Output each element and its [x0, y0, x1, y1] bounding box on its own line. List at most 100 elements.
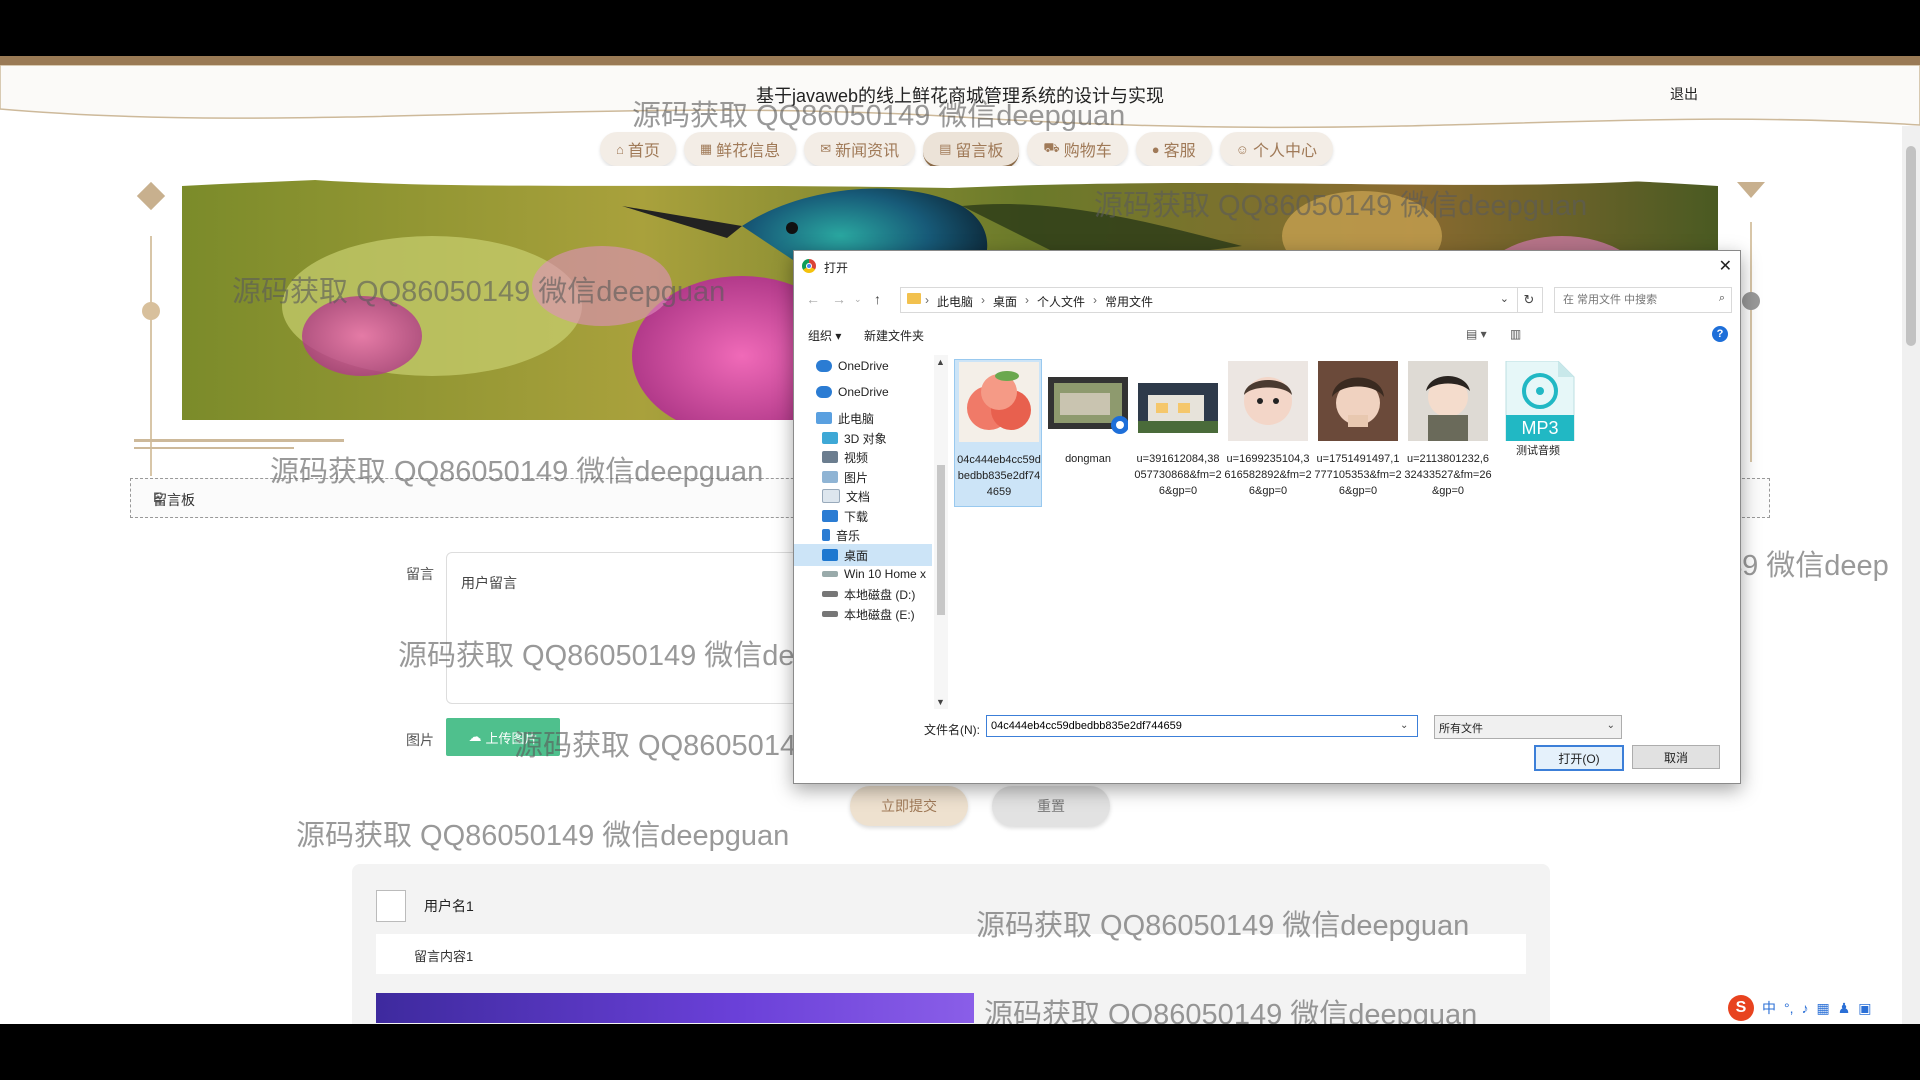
search-input[interactable] — [1561, 291, 1705, 309]
filename-dropdown-icon[interactable]: ⌄ — [1400, 720, 1408, 731]
sidebar-item-drive-d[interactable]: 本地磁盘 (D:) — [794, 583, 932, 605]
submit-button[interactable]: 立即提交 — [850, 786, 968, 826]
nav-label: 客服 — [1163, 143, 1196, 160]
nav-home[interactable]: ⌂ 首页 — [600, 132, 676, 166]
message-image — [376, 993, 974, 1023]
right-triangle-ornament — [1737, 182, 1765, 198]
navigation-scrollbar[interactable]: ▲ ▼ — [934, 355, 948, 709]
view-options-icon[interactable]: ▤ ▾ — [1466, 327, 1487, 341]
file-item[interactable]: dongman — [1044, 359, 1132, 507]
close-icon[interactable]: ✕ — [1719, 256, 1732, 276]
refresh-icon[interactable]: ↻ — [1516, 287, 1543, 313]
sidebar-label: Win 10 Home x — [844, 567, 927, 581]
image-label: 图片 — [406, 732, 434, 748]
up-arrow-icon[interactable]: ↑ — [874, 291, 881, 307]
file-name: u=1699235104,3616582892&fm=26&gp=0 — [1224, 453, 1312, 497]
mp3-badge: MP3 — [1521, 418, 1558, 438]
keyboard-icon[interactable]: ▦ — [1817, 1000, 1830, 1017]
command-bar: 组织 ▾ 新建文件夹 ▤ ▾ ▥ ? — [794, 323, 1740, 347]
message-label: 留言 — [406, 566, 434, 582]
sidebar-item-onedrive[interactable]: OneDrive — [794, 381, 932, 403]
drive-icon — [822, 591, 838, 597]
sogou-icon[interactable]: S — [1728, 995, 1754, 1021]
sidebar-label: 音乐 — [836, 528, 861, 543]
sidebar-label: 此电脑 — [838, 411, 875, 426]
computer-icon — [816, 412, 832, 424]
shirt-icon[interactable]: ♟ — [1838, 1000, 1851, 1017]
nav-guestbook[interactable]: ▤ 留言板 — [923, 132, 1020, 169]
preview-pane-icon[interactable]: ▥ — [1510, 327, 1521, 341]
file-item[interactable]: u=1751491497,1777105353&fm=26&gp=0 — [1314, 359, 1402, 507]
recent-dropdown-icon[interactable]: ⌄ — [854, 294, 862, 305]
ime-mode[interactable]: 中 — [1762, 998, 1776, 1018]
video-icon — [822, 451, 838, 463]
back-arrow-icon[interactable]: ← — [806, 291, 820, 307]
file-item[interactable]: MP3 测试音频 — [1494, 359, 1582, 507]
scroll-thumb[interactable] — [937, 465, 945, 615]
sidebar-item-this-pc[interactable]: 此电脑 — [794, 407, 932, 429]
house-thumbnail — [1138, 383, 1218, 433]
breadcrumb-item[interactable]: 桌面 — [993, 293, 1017, 310]
microphone-icon[interactable]: ♪ — [1802, 1000, 1809, 1016]
breadcrumb-item[interactable]: 个人文件 — [1037, 293, 1085, 310]
nav-label: 首页 — [627, 143, 660, 160]
filename-label: 文件名(N): — [924, 723, 980, 737]
sidebar-label: OneDrive — [838, 385, 889, 399]
file-name: u=391612084,38057730868&fm=26&gp=0 — [1134, 453, 1222, 497]
search-field[interactable]: ⌕ — [1554, 287, 1732, 313]
sidebar-item-videos[interactable]: 视频 — [794, 446, 932, 468]
breadcrumb-item[interactable]: 此电脑 — [937, 293, 973, 310]
chrome-icon — [802, 259, 816, 273]
nav-profile[interactable]: ☺ 个人中心 — [1219, 132, 1333, 166]
sidebar-item-music[interactable]: 音乐 — [794, 524, 932, 546]
clipboard-icon: ▤ — [939, 141, 952, 156]
crumb-separator: › — [925, 293, 929, 307]
sidebar-item-documents[interactable]: 文档 — [794, 485, 932, 507]
main-nav: ⌂ 首页 ▦ 鲜花信息 ✉ 新闻资讯 ▤ 留言板 ⛟ 购物车 ● 客服 ☺ 个人中心 — [600, 132, 1333, 169]
logout-link[interactable]: 退出 — [1670, 84, 1698, 104]
scroll-down-icon[interactable]: ▼ — [936, 697, 945, 707]
organize-menu[interactable]: 组织 ▾ — [808, 327, 841, 344]
nav-flowers[interactable]: ▦ 鲜花信息 — [683, 132, 797, 166]
reset-button[interactable]: 重置 — [992, 786, 1110, 826]
punctuation-icon[interactable]: °, — [1784, 1000, 1794, 1016]
search-icon: ⌕ — [1718, 292, 1725, 304]
nav-news[interactable]: ✉ 新闻资讯 — [804, 132, 916, 166]
new-folder-button[interactable]: 新建文件夹 — [864, 327, 924, 344]
nav-service[interactable]: ● 客服 — [1135, 132, 1212, 166]
dialog-titlebar[interactable]: 打开 ✕ — [794, 251, 1740, 281]
watermark: 源码获取 QQ86050149 微信deepguan — [296, 820, 790, 852]
file-name: dongman — [1065, 453, 1111, 465]
file-item[interactable]: u=391612084,38057730868&fm=26&gp=0 — [1134, 359, 1222, 507]
help-icon[interactable]: ? — [1712, 326, 1728, 342]
peach-thumbnail — [959, 362, 1039, 442]
file-item[interactable]: u=1699235104,3616582892&fm=26&gp=0 — [1224, 359, 1312, 507]
file-type-select[interactable]: 所有文件 ⌄ — [1434, 715, 1622, 739]
cloud-icon — [816, 360, 832, 372]
file-name: 测试音频 — [1516, 445, 1560, 457]
nav-label: 购物车 — [1063, 143, 1112, 160]
address-bar[interactable]: › 此电脑 › 桌面 › 个人文件 › 常用文件 ⌄ — [900, 287, 1518, 313]
cancel-button[interactable]: 取消 — [1632, 745, 1720, 769]
right-dot-ornament — [1742, 292, 1760, 310]
sidebar-item-drive-c[interactable]: Win 10 Home x — [794, 563, 932, 585]
apps-icon[interactable]: ▣ — [1858, 1000, 1871, 1017]
scroll-up-icon[interactable]: ▲ — [936, 357, 945, 367]
user-icon: ☺ — [1235, 141, 1249, 157]
message-card: 用户名1 留言内容1 — [352, 864, 1550, 1024]
open-button[interactable]: 打开(O) — [1534, 745, 1624, 771]
picture-icon — [822, 471, 838, 483]
breadcrumb-item[interactable]: 常用文件 — [1105, 293, 1153, 310]
chevron-down-icon[interactable]: ⌄ — [1500, 292, 1509, 305]
sidebar-label: 文档 — [846, 489, 871, 504]
scrollbar-thumb[interactable] — [1906, 146, 1916, 346]
upload-image-button[interactable]: ☁ 上传图片 — [446, 718, 560, 756]
nav-cart[interactable]: ⛟ 购物车 — [1027, 132, 1128, 166]
page-scrollbar[interactable] — [1902, 126, 1920, 1024]
file-item[interactable]: 04c444eb4cc59dbedbb835e2df744659 — [954, 359, 1042, 507]
sidebar-item-drive-e[interactable]: 本地磁盘 (E:) — [794, 603, 932, 625]
forward-arrow-icon[interactable]: → — [832, 291, 846, 307]
filename-input[interactable] — [986, 715, 1418, 737]
file-item[interactable]: u=2113801232,632433527&fm=26&gp=0 — [1404, 359, 1492, 507]
sidebar-item-onedrive[interactable]: OneDrive — [794, 355, 932, 377]
